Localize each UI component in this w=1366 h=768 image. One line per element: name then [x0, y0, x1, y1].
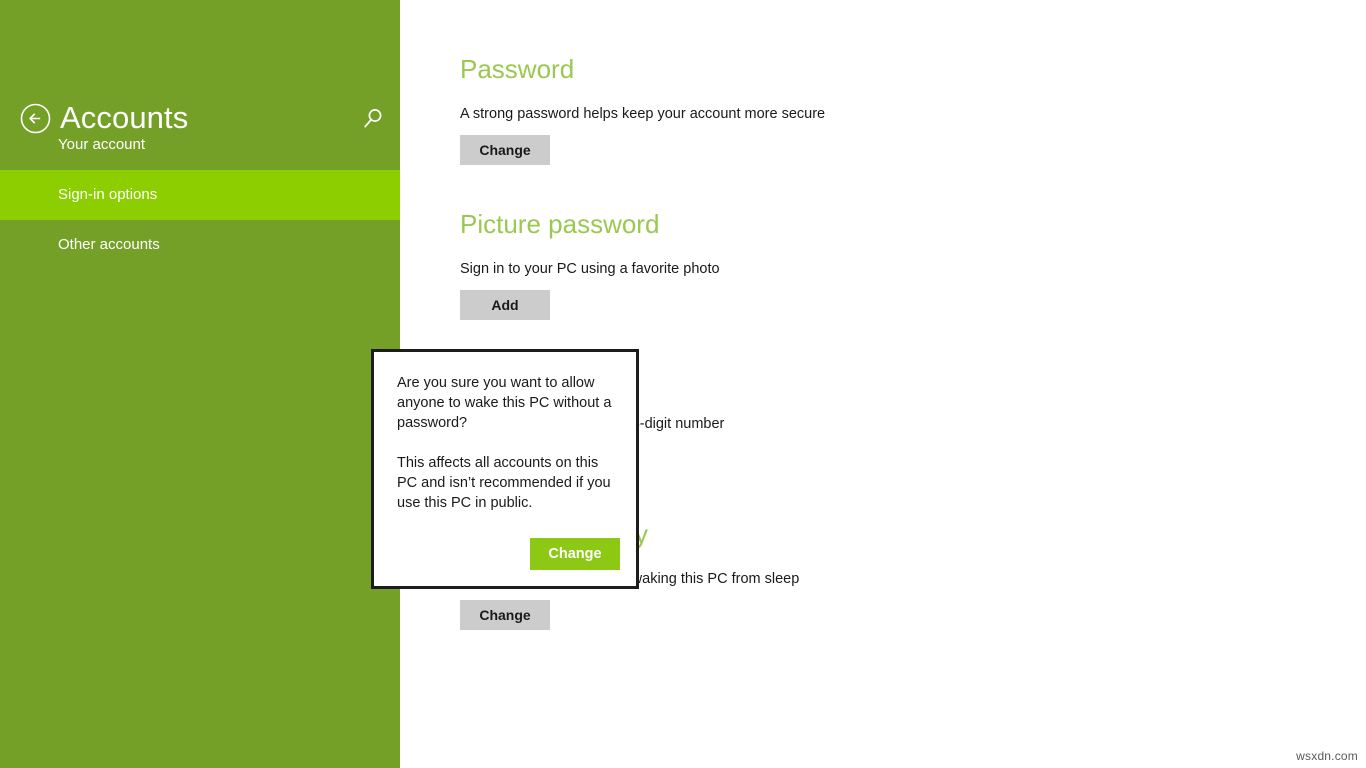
dialog-body: Are you sure you want to allow anyone to…	[397, 373, 613, 513]
sidebar-item-other-accounts[interactable]: Other accounts	[0, 220, 400, 270]
section-description: A strong password helps keep your accoun…	[460, 106, 826, 122]
sidebar-header: Accounts	[0, 48, 400, 135]
sidebar-nav-list: Your account Sign-in options Other accou…	[0, 120, 400, 270]
pc-settings-window: Accounts Your account Sign-in options Ot…	[0, 0, 1366, 768]
sidebar-item-label: Your account	[58, 136, 146, 153]
accounts-sidebar: Accounts Your account Sign-in options Ot…	[0, 0, 400, 768]
change-password-button[interactable]: Change	[460, 135, 550, 165]
section-heading: Picture password	[460, 209, 660, 239]
section-password: Password A strong password helps keep yo…	[460, 52, 825, 165]
watermark: wsxdn.com	[1296, 749, 1358, 763]
dialog-change-button[interactable]: Change	[530, 538, 620, 570]
sidebar-item-label: Sign-in options	[58, 186, 158, 203]
dialog-question-text: Are you sure you want to allow anyone to…	[397, 375, 612, 431]
add-picture-password-button[interactable]: Add	[460, 290, 550, 320]
change-password-policy-button[interactable]: Change	[460, 600, 550, 630]
section-picture-password: Picture password Sign in to your PC usin…	[460, 207, 720, 320]
dialog-warning-text: This affects all accounts on this PC and…	[397, 455, 611, 511]
sidebar-item-sign-in-options[interactable]: Sign-in options	[0, 170, 400, 220]
section-heading: Password	[460, 54, 575, 84]
sidebar-item-your-account[interactable]: Your account	[0, 120, 400, 170]
section-description: Sign in to your PC using a favorite phot…	[460, 261, 720, 277]
sidebar-item-label: Other accounts	[58, 236, 160, 253]
confirm-wake-without-password-dialog: Are you sure you want to allow anyone to…	[371, 349, 639, 589]
